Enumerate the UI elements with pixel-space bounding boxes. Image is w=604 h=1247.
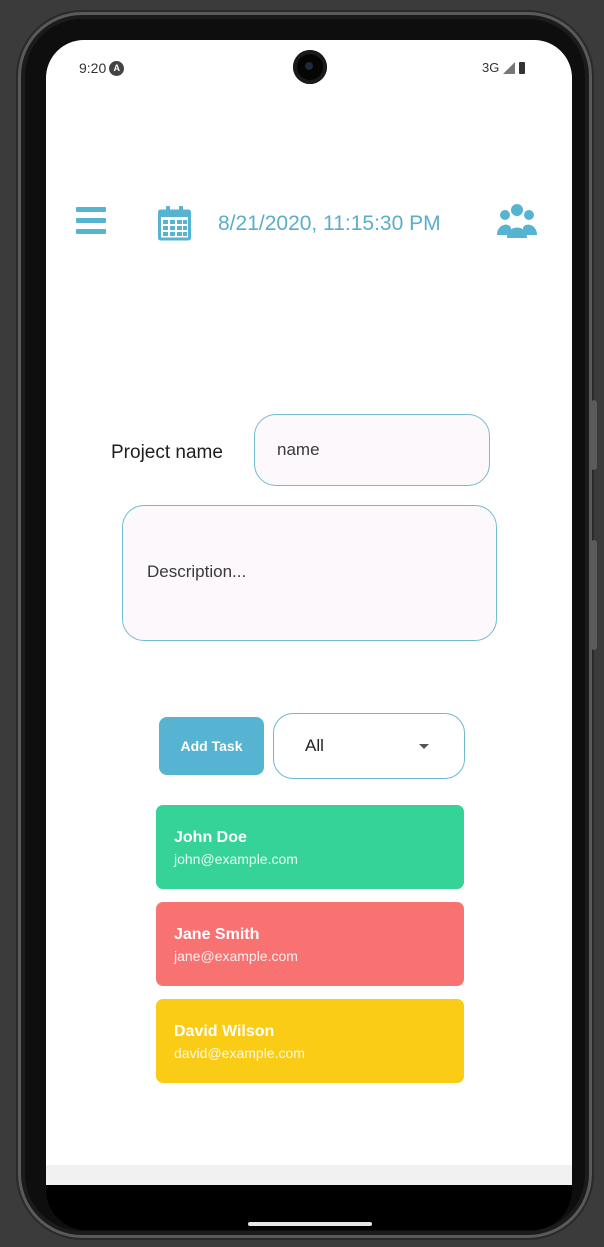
add-task-button[interactable]: Add Task bbox=[159, 717, 264, 775]
status-time-text: 9:20 bbox=[79, 60, 107, 76]
user-email: david@example.com bbox=[174, 1045, 305, 1061]
users-icon[interactable] bbox=[497, 202, 537, 240]
filter-dropdown[interactable]: All bbox=[273, 713, 465, 779]
volume-button bbox=[591, 400, 597, 470]
project-name-input[interactable] bbox=[254, 414, 490, 486]
user-name: John Doe bbox=[174, 829, 247, 846]
device-stage: 9:20 A 3G 8/21/2020, 11:15:30 PM Project… bbox=[0, 0, 604, 1247]
home-indicator[interactable] bbox=[248, 1222, 372, 1226]
power-button bbox=[591, 540, 597, 650]
user-email: jane@example.com bbox=[174, 948, 298, 964]
calendar-icon bbox=[158, 206, 191, 241]
battery-icon bbox=[519, 61, 526, 74]
description-input[interactable] bbox=[122, 505, 497, 641]
network-type-text: 3G bbox=[482, 60, 500, 75]
project-name-label: Project name bbox=[111, 442, 223, 463]
user-card-john[interactable]: John Doe john@example.com bbox=[156, 805, 464, 889]
signal-icon bbox=[503, 61, 516, 74]
status-time: 9:20 A bbox=[79, 60, 125, 76]
notification-a-icon: A bbox=[109, 60, 125, 76]
status-indicators: 3G bbox=[482, 60, 526, 75]
current-datetime: 8/21/2020, 11:15:30 PM bbox=[218, 212, 441, 235]
user-email: john@example.com bbox=[174, 851, 298, 867]
user-name: David Wilson bbox=[174, 1023, 275, 1040]
filter-selected-value: All bbox=[305, 736, 324, 755]
menu-icon[interactable] bbox=[76, 207, 106, 235]
user-name: Jane Smith bbox=[174, 926, 260, 943]
user-card-jane[interactable]: Jane Smith jane@example.com bbox=[156, 902, 464, 986]
front-camera bbox=[293, 50, 327, 84]
user-card-david[interactable]: David Wilson david@example.com bbox=[156, 999, 464, 1083]
chevron-down-icon bbox=[419, 744, 429, 749]
screen-footer-strip bbox=[46, 1165, 572, 1185]
